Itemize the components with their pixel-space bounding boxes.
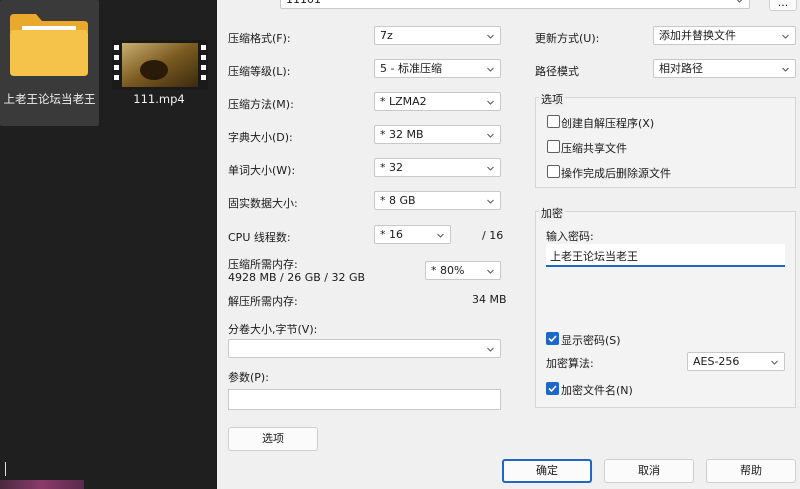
parameters-input[interactable] bbox=[228, 389, 501, 410]
chevron-down-icon bbox=[487, 347, 494, 352]
chevron-down-icon bbox=[782, 67, 789, 72]
cpu-threads-value: * 16 bbox=[380, 228, 403, 241]
word-size-label: 单词大小(W): bbox=[228, 164, 296, 177]
chevron-down-icon bbox=[487, 100, 494, 105]
folder-icon bbox=[10, 14, 88, 76]
sfx-label: 创建自解压程序(X) bbox=[561, 117, 655, 130]
word-size-value: * 32 bbox=[380, 161, 403, 174]
delete-after-label: 操作完成后删除源文件 bbox=[561, 167, 671, 180]
encryption-method-combo[interactable]: AES-256 bbox=[687, 352, 785, 371]
memory-detail: 4928 MB / 26 GB / 32 GB bbox=[228, 271, 366, 284]
folder-name: 上老王论坛当老王 bbox=[3, 92, 96, 106]
delete-after-checkbox[interactable] bbox=[547, 165, 560, 178]
shared-files-label: 压缩共享文件 bbox=[561, 142, 627, 155]
add-to-archive-dialog: 11101 ... 压缩格式(F): 7z 压缩等级(L): 5 - 标准压缩 … bbox=[217, 0, 800, 489]
update-mode-label: 更新方式(U): bbox=[535, 32, 600, 45]
folder-item[interactable]: 上老王论坛当老王 bbox=[0, 0, 99, 126]
encrypt-filenames-label: 加密文件名(N) bbox=[561, 384, 633, 397]
method-combo[interactable]: * LZMA2 bbox=[374, 92, 501, 111]
memory-usage-combo[interactable]: * 80% bbox=[425, 261, 501, 280]
method-label: 压缩方法(M): bbox=[228, 98, 294, 111]
chevron-down-icon bbox=[487, 133, 494, 138]
chevron-down-icon bbox=[487, 199, 494, 204]
decompress-memory-label: 解压所需内存: bbox=[228, 295, 298, 308]
format-value: 7z bbox=[380, 29, 393, 42]
browse-button[interactable]: ... bbox=[769, 0, 797, 11]
video-thumbnail bbox=[112, 40, 208, 90]
chevron-down-icon bbox=[736, 0, 743, 3]
update-mode-combo[interactable]: 添加并替换文件 bbox=[653, 26, 796, 45]
cpu-threads-total: / 16 bbox=[482, 229, 504, 242]
sfx-checkbox[interactable] bbox=[547, 115, 560, 128]
level-combo[interactable]: 5 - 标准压缩 bbox=[374, 59, 501, 78]
encrypt-filenames-checkbox[interactable] bbox=[546, 382, 559, 395]
show-password-checkbox[interactable] bbox=[546, 332, 559, 345]
format-label: 压缩格式(F): bbox=[228, 32, 291, 45]
cancel-button[interactable]: 取消 bbox=[604, 459, 694, 483]
shared-files-checkbox[interactable] bbox=[547, 140, 560, 153]
chevron-down-icon bbox=[487, 166, 494, 171]
path-mode-value: 相对路径 bbox=[659, 62, 703, 75]
encryption-method-label: 加密算法: bbox=[546, 357, 594, 370]
show-password-label: 显示密码(S) bbox=[561, 334, 621, 347]
word-size-combo[interactable]: * 32 bbox=[374, 158, 501, 177]
parameters-label: 参数(P): bbox=[228, 371, 269, 384]
help-button[interactable]: 帮助 bbox=[706, 459, 796, 483]
memory-label: 压缩所需内存: bbox=[228, 258, 298, 271]
password-input[interactable]: 上老王论坛当老王 bbox=[546, 244, 785, 267]
checkmark-icon bbox=[548, 335, 557, 343]
update-mode-value: 添加并替换文件 bbox=[659, 29, 736, 42]
archive-name-combo[interactable]: 11101 bbox=[280, 0, 750, 9]
chevron-down-icon bbox=[487, 67, 494, 72]
cpu-threads-label: CPU 线程数: bbox=[228, 231, 291, 244]
checkmark-icon bbox=[548, 385, 557, 393]
path-mode-label: 路径模式 bbox=[535, 65, 579, 78]
video-file-item[interactable]: 111.mp4 bbox=[107, 0, 211, 126]
dictionary-value: * 32 MB bbox=[380, 128, 424, 141]
split-volume-label: 分卷大小,字节(V): bbox=[228, 323, 318, 336]
password-label: 输入密码: bbox=[546, 230, 594, 243]
solid-block-label: 固实数据大小: bbox=[228, 197, 298, 210]
text-cursor bbox=[5, 462, 6, 476]
options-button[interactable]: 选项 bbox=[228, 427, 318, 451]
dictionary-label: 字典大小(D): bbox=[228, 131, 293, 144]
chevron-down-icon bbox=[487, 269, 494, 274]
options-group-title: 选项 bbox=[539, 91, 565, 107]
video-file-name: 111.mp4 bbox=[133, 92, 185, 106]
password-value: 上老王论坛当老王 bbox=[550, 250, 638, 263]
archive-name-value: 11101 bbox=[286, 0, 321, 6]
encryption-group-title: 加密 bbox=[539, 205, 565, 221]
solid-block-combo[interactable]: * 8 GB bbox=[374, 191, 501, 210]
format-combo[interactable]: 7z bbox=[374, 26, 501, 45]
split-volume-combo[interactable] bbox=[228, 339, 501, 358]
decompress-memory-value: 34 MB bbox=[472, 293, 507, 306]
path-mode-combo[interactable]: 相对路径 bbox=[653, 59, 796, 78]
memory-usage-value: * 80% bbox=[431, 264, 465, 277]
level-label: 压缩等级(L): bbox=[228, 65, 291, 78]
chevron-down-icon bbox=[771, 360, 778, 365]
chevron-down-icon bbox=[437, 233, 444, 238]
level-value: 5 - 标准压缩 bbox=[380, 62, 442, 75]
wallpaper-strip bbox=[0, 480, 84, 489]
method-value: * LZMA2 bbox=[380, 95, 427, 108]
encryption-method-value: AES-256 bbox=[693, 355, 740, 368]
chevron-down-icon bbox=[782, 34, 789, 39]
chevron-down-icon bbox=[487, 34, 494, 39]
cpu-threads-combo[interactable]: * 16 bbox=[374, 225, 451, 244]
dictionary-combo[interactable]: * 32 MB bbox=[374, 125, 501, 144]
ok-button[interactable]: 确定 bbox=[502, 459, 592, 483]
solid-block-value: * 8 GB bbox=[380, 194, 416, 207]
file-explorer-panel: 上老王论坛当老王 111.mp4 bbox=[0, 0, 216, 489]
